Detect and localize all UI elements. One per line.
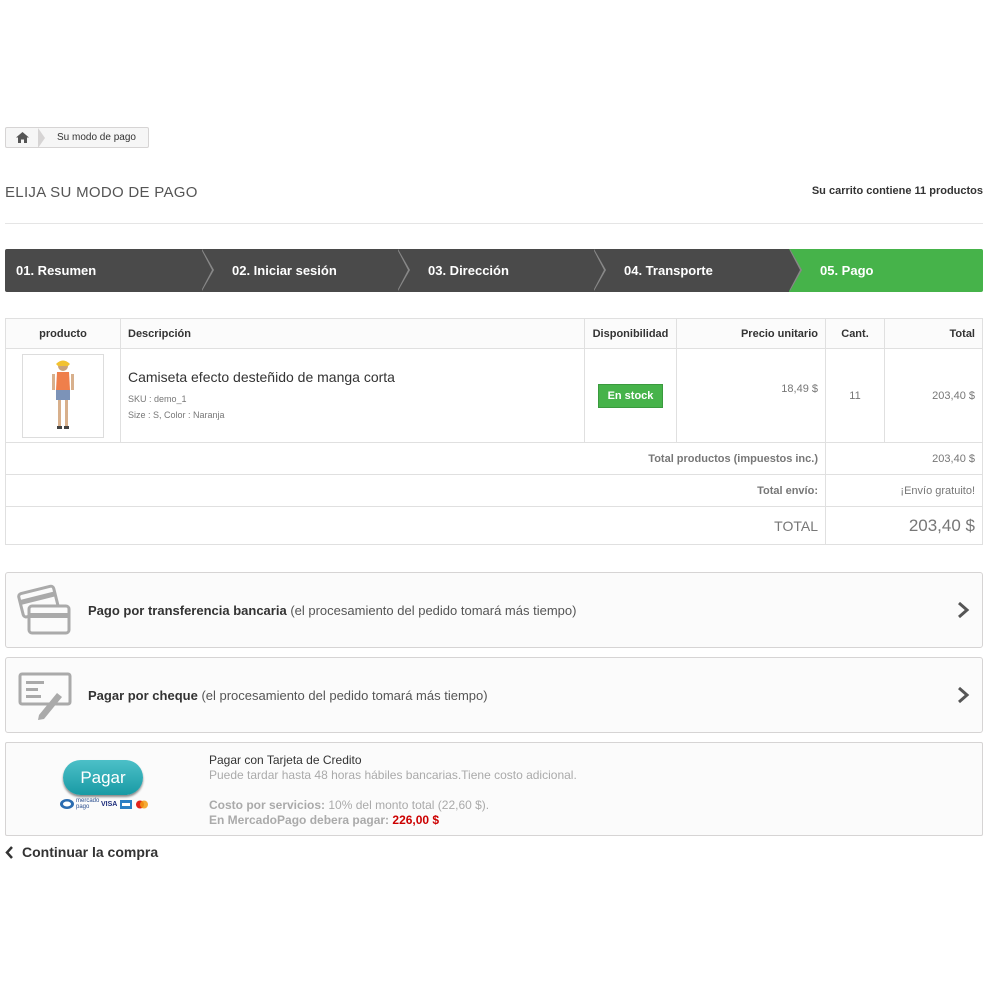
pay-value: 226,00 $ xyxy=(392,813,440,827)
col-availability: Disponibilidad xyxy=(584,318,677,349)
status-badge: En stock xyxy=(597,383,664,408)
cart-table: producto Descripción Disponibilidad Prec… xyxy=(5,318,983,545)
availability-cell: En stock xyxy=(584,348,677,443)
step-label: 03. Dirección xyxy=(428,263,509,278)
chevron-right-icon xyxy=(958,686,970,704)
col-total: Total xyxy=(884,318,983,349)
bank-transfer-text: Pago por transferencia bancaria (el proc… xyxy=(88,603,956,618)
fee-value: 10% del monto total (22,60 $). xyxy=(328,798,490,812)
step-label: 04. Transporte xyxy=(624,263,713,278)
product-sku: SKU : demo_1 xyxy=(128,393,187,404)
cheque-icon xyxy=(17,667,73,723)
product-description-cell: Camiseta efecto desteñido de manga corta… xyxy=(120,348,585,443)
breadcrumb-separator xyxy=(38,127,45,148)
breadcrumb-current: Su modo de pago xyxy=(57,132,136,143)
unit-price-cell: 18,49 $ xyxy=(676,348,826,443)
totals-row: Total envío: ¡Envío gratuito! xyxy=(5,474,983,507)
table-header-row: producto Descripción Disponibilidad Prec… xyxy=(5,318,983,349)
bank-transfer-note: (el procesamiento del pedido tomará más … xyxy=(290,602,577,618)
continue-shopping-label: Continuar la compra xyxy=(22,844,159,860)
table-row: Camiseta efecto desteñido de manga corta… xyxy=(5,348,983,443)
fee-label: Costo por servicios: xyxy=(209,798,326,812)
mercadopago-logo: mercado pago xyxy=(60,798,100,810)
pay-button[interactable]: Pagar xyxy=(63,760,143,795)
grand-total-value: 203,40 $ xyxy=(825,506,983,545)
col-description: Descripción xyxy=(120,318,585,349)
mercadopago-subtitle: Puede tardar hasta 48 horas hábiles banc… xyxy=(209,768,577,782)
row-total-cell: 203,40 $ xyxy=(884,348,983,443)
product-name[interactable]: Camiseta efecto desteñido de manga corta xyxy=(128,369,577,385)
total-products-value: 203,40 $ xyxy=(825,442,983,475)
product-image[interactable] xyxy=(22,353,104,438)
page-title: ELIJA SU MODO DE PAGO xyxy=(5,184,198,201)
amex-icon xyxy=(120,799,133,809)
mercadopago-title: Pagar con Tarjeta de Credito xyxy=(209,753,362,767)
grand-total-row: TOTAL 203,40 $ xyxy=(5,506,983,545)
bank-card-icon xyxy=(17,582,73,638)
pay-line: En MercadoPago debera pagar: 226,00 $ xyxy=(209,813,577,828)
divider xyxy=(5,223,983,224)
card-logos: mercado pago VISA xyxy=(60,798,149,810)
total-products-label: Total productos (impuestos inc.) xyxy=(5,442,826,475)
total-shipping-value: ¡Envío gratuito! xyxy=(825,474,983,507)
step-summary[interactable]: 01. Resumen xyxy=(5,249,214,292)
home-icon[interactable] xyxy=(6,128,38,147)
payment-option-mercadopago: Pagar mercado pago VISA Pagar con Tarjet… xyxy=(5,742,983,836)
pay-label: En MercadoPago debera pagar: xyxy=(209,813,390,827)
payment-option-bank-transfer[interactable]: Pago por transferencia bancaria (el proc… xyxy=(5,572,983,648)
mercadopago-label: mercado pago xyxy=(76,798,100,810)
cheque-note: (el procesamiento del pedido tomará más … xyxy=(201,687,488,703)
cheque-text: Pagar por cheque (el procesamiento del p… xyxy=(88,688,956,703)
step-label: 02. Iniciar sesión xyxy=(232,263,337,278)
totals-row: Total productos (impuestos inc.) 203,40 … xyxy=(5,442,983,475)
visa-logo: VISA xyxy=(101,800,118,808)
step-payment: 05. Pago xyxy=(789,249,983,292)
breadcrumb: Su modo de pago xyxy=(5,127,149,148)
qty-cell: 11 xyxy=(825,348,885,443)
grand-total-label: TOTAL xyxy=(5,506,826,545)
payment-option-cheque[interactable]: Pagar por cheque (el procesamiento del p… xyxy=(5,657,983,733)
mercadopago-text: Pagar con Tarjeta de Credito Puede tarda… xyxy=(209,753,577,828)
mastercard-icon xyxy=(136,800,149,808)
cart-summary: Su carrito contiene 11 productos xyxy=(811,185,983,197)
fee-line: Costo por servicios: 10% del monto total… xyxy=(209,798,577,813)
step-login[interactable]: 02. Iniciar sesión xyxy=(201,249,410,292)
product-image-cell xyxy=(5,348,121,443)
step-label: 05. Pago xyxy=(820,263,874,278)
step-shipping[interactable]: 04. Transporte xyxy=(593,249,802,292)
step-label: 01. Resumen xyxy=(16,263,97,278)
bank-transfer-title: Pago por transferencia bancaria xyxy=(88,602,287,618)
continue-shopping-link[interactable]: Continuar la compra xyxy=(5,844,158,860)
col-product: producto xyxy=(5,318,121,349)
total-shipping-label: Total envío: xyxy=(5,474,826,507)
cheque-title: Pagar por cheque xyxy=(88,687,198,703)
checkout-steps: 01. Resumen 02. Iniciar sesión 03. Direc… xyxy=(5,249,983,292)
step-address[interactable]: 03. Dirección xyxy=(397,249,606,292)
chevron-right-icon xyxy=(958,601,970,619)
col-qty: Cant. xyxy=(825,318,885,349)
chevron-left-icon xyxy=(5,845,13,859)
col-unit-price: Precio unitario xyxy=(676,318,826,349)
product-attributes: Size : S, Color : Naranja xyxy=(128,409,225,420)
